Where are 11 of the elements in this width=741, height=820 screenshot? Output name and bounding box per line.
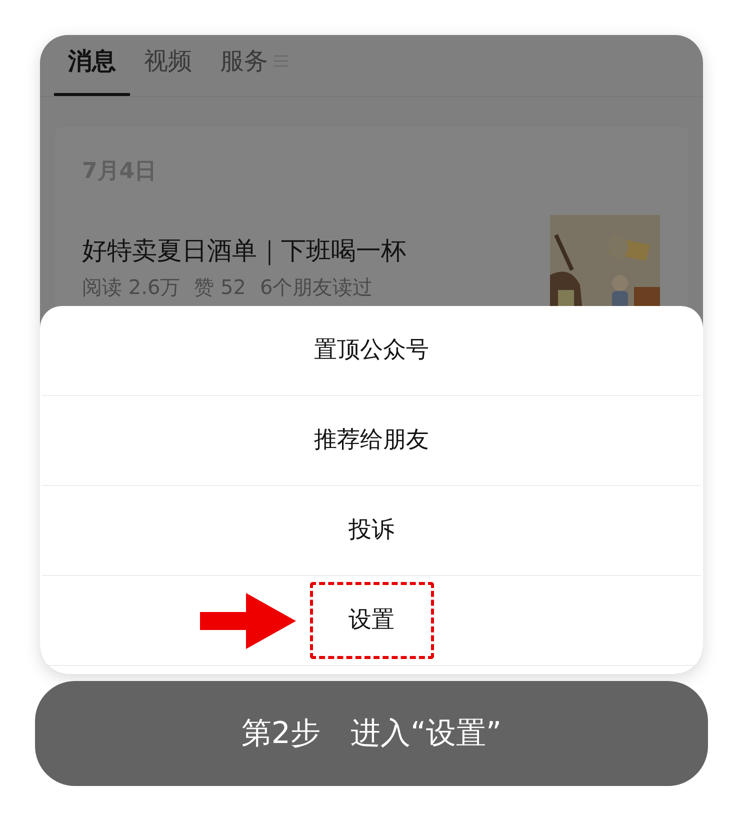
arrow-icon: [200, 592, 296, 648]
menu-item[interactable]: 设置: [310, 582, 434, 659]
article-stat: 6个朋友读过: [260, 274, 373, 300]
article-title[interactable]: 好特卖夏日酒单｜下班喝一杯: [82, 232, 550, 270]
article-stat: 赞 52: [194, 274, 246, 300]
tab[interactable]: 消息: [68, 43, 116, 79]
article-stat: 阅读 2.6万: [82, 274, 180, 300]
menu-item[interactable]: 置顶公众号: [314, 333, 429, 368]
step-banner: 第2步 进入“设置”: [35, 681, 708, 786]
menu-item[interactable]: 推荐给朋友: [314, 423, 429, 458]
menu-item[interactable]: 投诉: [348, 513, 394, 548]
